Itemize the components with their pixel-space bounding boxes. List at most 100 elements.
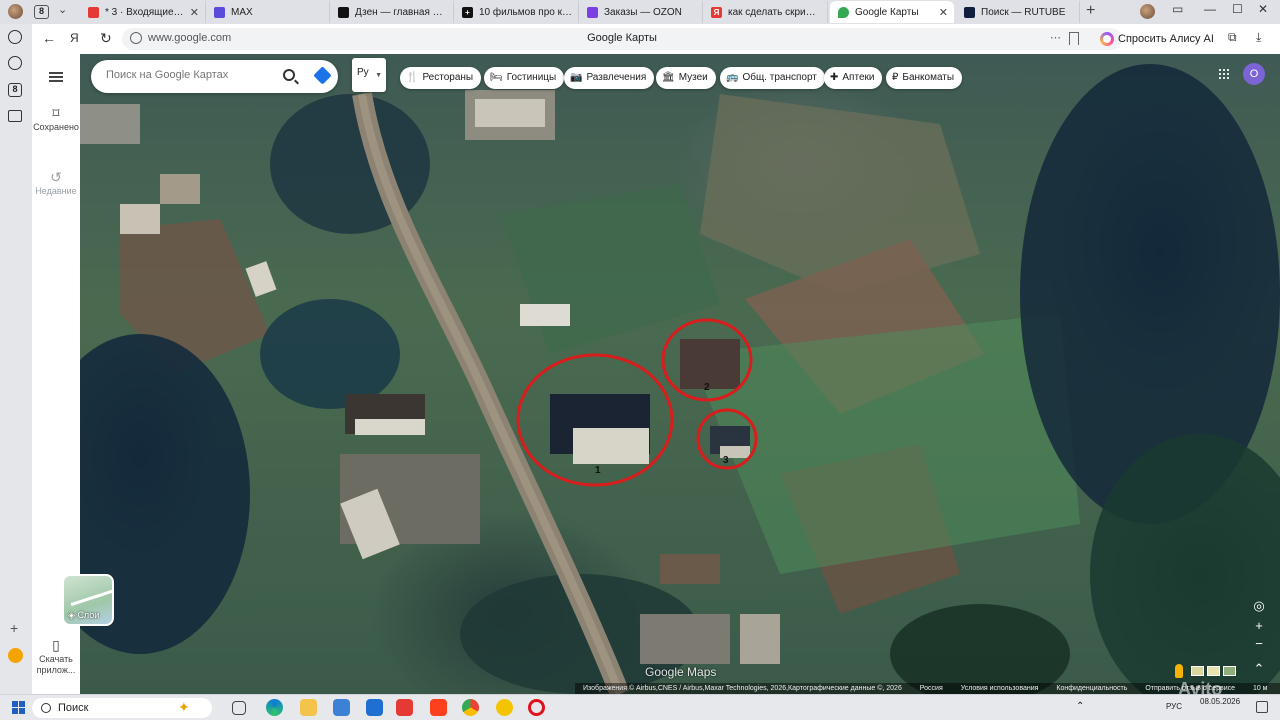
- expand-chevron-icon[interactable]: ⌃: [1248, 660, 1270, 678]
- ask-alice-button[interactable]: Спросить Алису AI: [1096, 28, 1222, 50]
- reload-icon[interactable]: ↻: [100, 30, 112, 47]
- my-location-icon[interactable]: ◎: [1248, 597, 1270, 615]
- imagery-thumb[interactable]: [1223, 666, 1236, 676]
- house-roof: [640, 614, 730, 664]
- house-wall: [573, 428, 649, 464]
- sidebar-tab-badge[interactable]: 8: [8, 83, 22, 97]
- chip-entertainment[interactable]: 📷 Развлечения: [564, 67, 655, 89]
- tab-films[interactable]: + 10 фильмов про круты: [454, 1, 579, 23]
- street-view-pegman-icon[interactable]: [1175, 664, 1183, 678]
- history-clock-icon[interactable]: [8, 30, 22, 44]
- history-icon: ↺: [50, 169, 62, 185]
- chip-pharmacies[interactable]: ✚ Аптеки: [824, 67, 883, 89]
- downloads-icon[interactable]: ⤓: [1256, 30, 1261, 45]
- close-icon[interactable]: ✕: [190, 6, 199, 19]
- chip-hotels[interactable]: 🛏 Гостиницы: [484, 67, 565, 89]
- beeline-icon[interactable]: [496, 699, 513, 716]
- bookmark-icon[interactable]: [1069, 32, 1079, 45]
- maximize-icon[interactable]: ☐: [1232, 2, 1243, 16]
- satellite-map[interactable]: 1 2 3 Ру ▼ 🍴Рестораны 🛏Гостиницы 📷Развле…: [80, 54, 1280, 694]
- account-avatar[interactable]: О: [1243, 63, 1265, 85]
- ozon-icon: [587, 6, 598, 18]
- profile-avatar[interactable]: [8, 4, 23, 19]
- tab-max[interactable]: MAX: [206, 1, 330, 23]
- atm-icon: ₽: [892, 72, 899, 83]
- close-icon[interactable]: ✕: [939, 6, 948, 19]
- url-field[interactable]: www.google.com Google Карты ⋯: [122, 28, 1122, 50]
- menu-hamburger-icon[interactable]: [49, 72, 63, 82]
- tab-count-badge[interactable]: 8: [34, 5, 49, 19]
- dzen-icon: [338, 6, 349, 18]
- imagery-thumb[interactable]: [1207, 666, 1220, 676]
- house-wall: [355, 419, 425, 435]
- scale-label[interactable]: 10 м: [1253, 685, 1268, 692]
- notifications-icon[interactable]: [1256, 701, 1268, 713]
- edge-icon[interactable]: [266, 699, 283, 716]
- house-roof: [160, 174, 200, 204]
- task-view-icon[interactable]: [232, 701, 246, 715]
- tab-ozon[interactable]: Заказы — OZON: [579, 1, 703, 23]
- shed: [520, 304, 570, 326]
- opera-icon[interactable]: [528, 699, 545, 716]
- smile-icon[interactable]: [8, 648, 23, 663]
- profile-avatar[interactable]: [1140, 4, 1155, 19]
- tab-dzen[interactable]: Дзен — главная новост: [330, 1, 454, 23]
- taskbar-clock[interactable]: 08.05.2026: [1200, 697, 1240, 707]
- search-icon[interactable]: [283, 69, 295, 81]
- file-explorer-icon[interactable]: [300, 699, 317, 716]
- yandex-icon[interactable]: [430, 699, 447, 716]
- directions-icon[interactable]: [313, 66, 332, 85]
- tab-mail[interactable]: * 3 · Входящие — Яндек ✕: [80, 1, 206, 23]
- media-icon[interactable]: [8, 110, 22, 122]
- privacy-link[interactable]: Конфиденциальность: [1056, 685, 1127, 692]
- region-link[interactable]: Россия: [920, 685, 943, 692]
- rail-saved[interactable]: ⌑ Сохранено: [32, 106, 80, 133]
- rail-recent[interactable]: ↺ Недавние: [32, 169, 80, 197]
- windows-start-icon[interactable]: [12, 701, 25, 714]
- zoom-out-icon[interactable]: −: [1248, 635, 1270, 653]
- minimize-icon[interactable]: —: [1204, 2, 1216, 16]
- tab-rutube[interactable]: Поиск — RUTUBE: [956, 1, 1080, 23]
- shed: [660, 554, 720, 584]
- house-roof: [80, 104, 140, 144]
- zoom-in-icon[interactable]: +: [1248, 617, 1270, 635]
- chrome-icon[interactable]: [462, 699, 479, 716]
- more-dots-icon[interactable]: ⋯: [1050, 31, 1061, 44]
- tab-yandex-search[interactable]: Я как сделать скриншот: [703, 1, 828, 23]
- extensions-icon[interactable]: ⧉: [1228, 30, 1237, 45]
- chip-restaurants[interactable]: 🍴 Рестораны: [400, 67, 482, 89]
- language-select[interactable]: Ру ▼: [352, 58, 386, 92]
- bus-icon: 🚌: [726, 72, 739, 83]
- search-input[interactable]: [106, 69, 276, 81]
- address-bar: ← Я ↻ www.google.com Google Карты ⋯ Спро…: [32, 24, 1280, 54]
- layers-button[interactable]: ◈ Слои: [62, 574, 114, 626]
- yandex-browser-icon[interactable]: [396, 699, 413, 716]
- new-tab-plus-icon[interactable]: +: [1086, 2, 1095, 20]
- chip-atms[interactable]: ₽ Банкоматы: [886, 67, 963, 89]
- google-apps-grid-icon[interactable]: [1218, 68, 1230, 80]
- window-close-icon[interactable]: ✕: [1258, 2, 1268, 16]
- imagery-thumb[interactable]: [1191, 666, 1204, 676]
- mail-icon[interactable]: [366, 699, 383, 716]
- marker-label-3: 3: [723, 455, 729, 466]
- chip-museums[interactable]: 🏛 Музеи: [656, 67, 716, 89]
- back-arrow-icon[interactable]: ←: [42, 30, 56, 46]
- store-icon[interactable]: [333, 699, 350, 716]
- chip-transit[interactable]: 🚌 Общ. транспорт: [720, 67, 825, 89]
- search-box[interactable]: [91, 60, 338, 93]
- rutube-icon: [964, 6, 975, 18]
- terms-link[interactable]: Условия использования: [961, 685, 1039, 692]
- rail-download-app[interactable]: ▯ Скачать прилож...: [32, 638, 80, 676]
- add-icon[interactable]: +: [10, 620, 18, 636]
- tray-chevron-icon[interactable]: ⌃: [1076, 701, 1084, 712]
- yandex-logo-icon[interactable]: Я: [70, 31, 79, 45]
- map-road-preview: [70, 588, 112, 607]
- tab-google-maps[interactable]: Google Карты ✕: [830, 1, 954, 23]
- tabs-icon[interactable]: ▭: [1172, 2, 1183, 16]
- map-attribution-bar: Изображения © Airbus,CNES / Airbus,Maxar…: [575, 683, 1280, 694]
- play-icon[interactable]: [8, 56, 22, 70]
- house-roof: [740, 614, 780, 664]
- search-decoration-icon: ✦: [178, 699, 190, 715]
- input-language[interactable]: РУС: [1166, 702, 1182, 711]
- tab-list-chevron-icon[interactable]: ⌄: [58, 3, 67, 16]
